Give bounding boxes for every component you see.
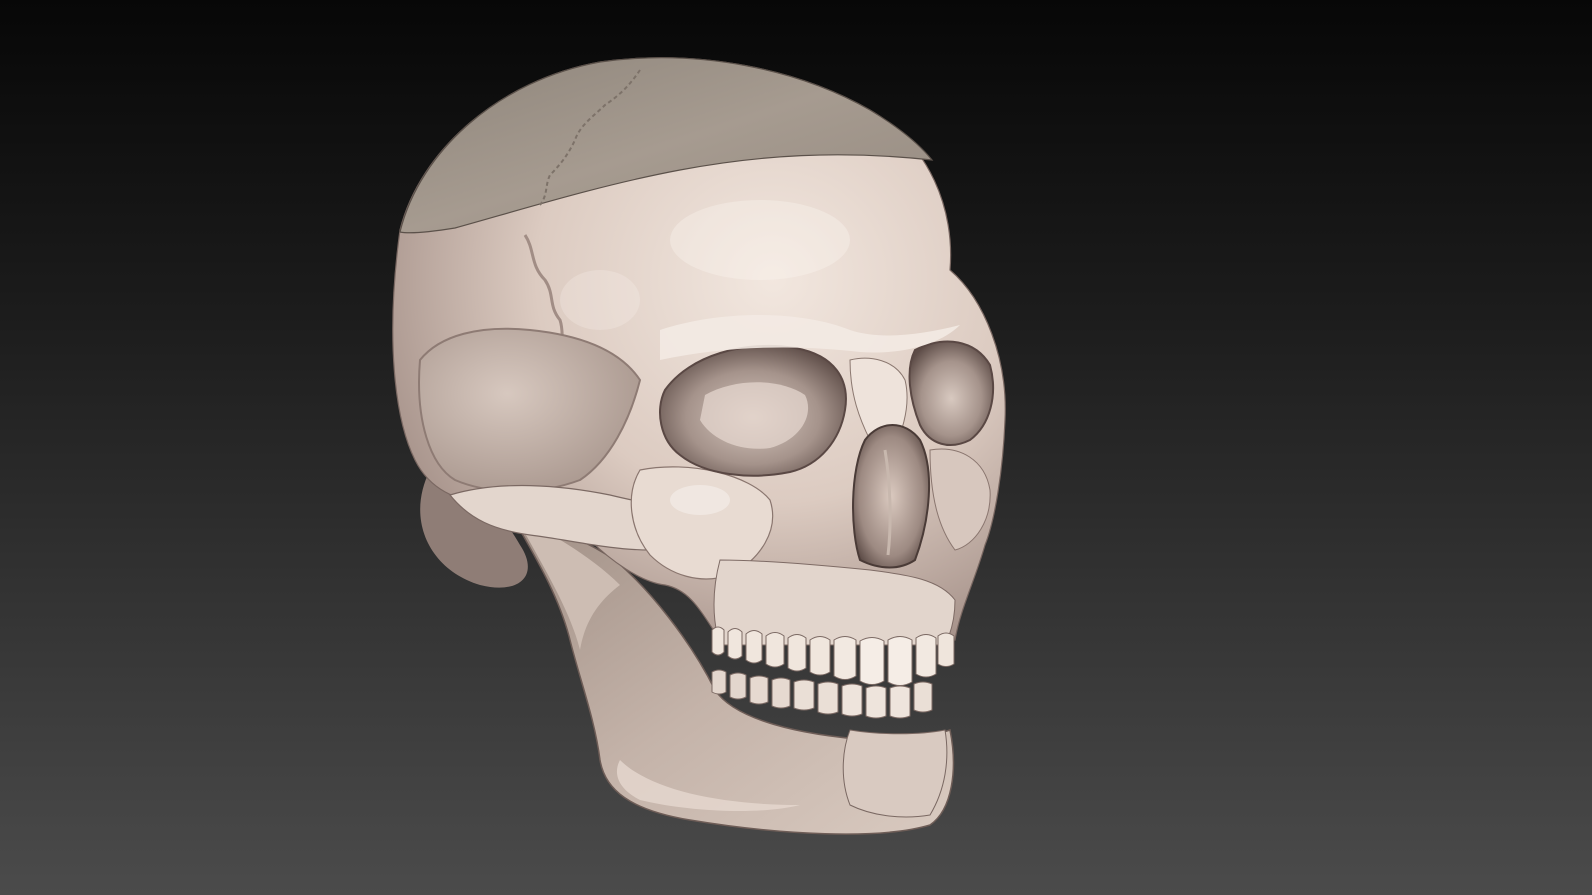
tooth	[841, 683, 863, 717]
tooth	[729, 672, 747, 700]
tooth	[749, 675, 769, 705]
tooth	[745, 630, 763, 664]
tooth	[711, 626, 725, 656]
tooth	[793, 679, 815, 711]
tooth	[727, 628, 743, 660]
viewport-3d[interactable]	[0, 0, 1592, 895]
forehead-highlight	[670, 200, 850, 280]
skull-render	[0, 0, 1592, 895]
tooth	[765, 632, 785, 668]
tooth	[817, 681, 839, 715]
temple-highlight	[560, 270, 640, 330]
chin	[842, 729, 948, 818]
tooth	[889, 685, 911, 719]
tooth	[865, 685, 887, 719]
tooth	[887, 636, 913, 686]
tooth	[833, 636, 857, 680]
tooth	[937, 632, 955, 667]
tooth	[859, 637, 885, 685]
tooth	[809, 636, 831, 676]
tooth	[913, 681, 933, 713]
tooth	[787, 634, 807, 672]
tooth	[771, 677, 791, 709]
tooth	[915, 634, 937, 678]
right-orbit	[908, 340, 994, 446]
cheek-highlight	[670, 485, 730, 515]
tooth	[711, 669, 727, 695]
